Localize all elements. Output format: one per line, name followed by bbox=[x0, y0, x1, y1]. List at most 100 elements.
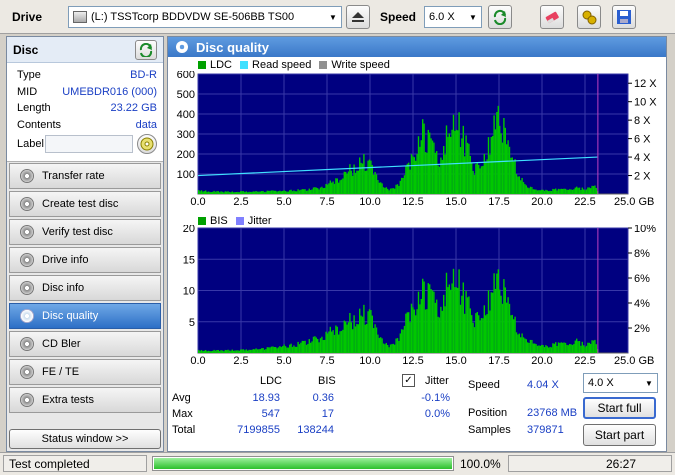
ldc-bar bbox=[581, 187, 583, 194]
jitter-checkbox[interactable]: ✓ bbox=[402, 374, 415, 387]
disc-label-button[interactable] bbox=[137, 134, 157, 154]
stats-avg-jitter: -0.1% bbox=[421, 392, 450, 404]
start-part-button[interactable]: Start part bbox=[583, 424, 656, 446]
disc-label-input[interactable] bbox=[45, 135, 133, 153]
ldc-bar bbox=[303, 189, 305, 194]
y-tick-label: 500 bbox=[177, 89, 195, 101]
eraser-icon bbox=[545, 11, 559, 24]
bis-bar bbox=[338, 334, 340, 353]
refresh-disc-button[interactable] bbox=[135, 39, 157, 60]
ldc-bar bbox=[266, 190, 268, 194]
bis-bar bbox=[314, 336, 316, 353]
nav-item-extra-tests[interactable]: Extra tests bbox=[9, 387, 161, 413]
refresh-speed-button[interactable] bbox=[488, 5, 512, 29]
bis-bar bbox=[408, 312, 410, 353]
ldc-bar bbox=[403, 175, 406, 194]
disc-panel: Disc Type BD-R MID UMEBDR016 (000) Length 2… bbox=[6, 36, 164, 452]
ldc-bar bbox=[321, 186, 323, 194]
test-speed-select[interactable]: 4.0 X ▼ bbox=[583, 373, 658, 393]
ldc-bar bbox=[532, 189, 534, 194]
nav-item-verify-test-disc[interactable]: Verify test disc bbox=[9, 219, 161, 245]
ldc-bar bbox=[451, 129, 453, 194]
nav-item-drive-info[interactable]: Drive info bbox=[9, 247, 161, 273]
ldc-bar bbox=[562, 188, 564, 194]
bis-bar bbox=[416, 309, 418, 353]
ldc-bar bbox=[214, 191, 217, 194]
nav-item-disc-info[interactable]: Disc info bbox=[9, 275, 161, 301]
ldc-bar bbox=[496, 112, 498, 194]
bis-bar bbox=[578, 341, 581, 353]
disc-panel-title: Disc bbox=[13, 42, 39, 57]
x-tick-label: 17.5 bbox=[488, 355, 509, 365]
ldc-bar bbox=[514, 159, 516, 194]
ldc-bar bbox=[569, 189, 571, 194]
stats-header-bis: BIS bbox=[318, 375, 336, 387]
options-button[interactable] bbox=[577, 5, 601, 29]
bis-bar bbox=[364, 324, 366, 353]
nav-item-label: Transfer rate bbox=[42, 170, 105, 182]
bis-bar bbox=[559, 342, 561, 353]
ldc-bar bbox=[555, 188, 557, 194]
disc-icon bbox=[20, 169, 34, 183]
ldc-bar bbox=[525, 185, 527, 194]
bis-bar bbox=[367, 311, 369, 353]
bis-bar bbox=[542, 345, 544, 353]
ldc-bar bbox=[345, 171, 347, 194]
bis-bar bbox=[525, 339, 527, 353]
bis-bar bbox=[499, 289, 501, 353]
ldc-bar bbox=[486, 159, 488, 194]
bis-bar bbox=[230, 350, 232, 353]
bis-bar bbox=[522, 337, 525, 353]
ldc-bar bbox=[381, 183, 383, 194]
status-window-button[interactable]: Status window >> bbox=[9, 429, 161, 449]
bis-bar bbox=[261, 348, 263, 353]
save-button[interactable] bbox=[612, 5, 636, 29]
ldc-bar bbox=[241, 191, 243, 194]
nav-item-disc-quality[interactable]: Disc quality bbox=[9, 303, 161, 329]
bis-bar bbox=[289, 344, 291, 353]
ldc-bar bbox=[577, 187, 579, 194]
ldc-bar bbox=[472, 170, 474, 194]
bis-bar bbox=[247, 350, 249, 353]
bis-bar bbox=[298, 344, 301, 353]
y2-tick-label: 6 X bbox=[634, 134, 651, 146]
bis-bar bbox=[419, 304, 421, 353]
bis-bar bbox=[329, 326, 331, 353]
ldc-bar bbox=[454, 130, 456, 194]
ldc-bar bbox=[331, 182, 333, 194]
bis-bar bbox=[262, 347, 264, 353]
ldc-bar bbox=[499, 125, 501, 194]
bis-bar bbox=[409, 322, 411, 353]
ldc-bar bbox=[356, 170, 358, 194]
eject-button[interactable] bbox=[346, 5, 370, 29]
ldc-bar bbox=[294, 191, 296, 194]
page-title: Disc quality bbox=[196, 39, 269, 55]
nav-item-create-test-disc[interactable]: Create test disc bbox=[9, 191, 161, 217]
bis-bar bbox=[458, 269, 460, 353]
start-full-button[interactable]: Start full bbox=[583, 397, 656, 419]
bis-bar bbox=[268, 347, 270, 353]
bis-bar bbox=[301, 340, 303, 353]
speed-select[interactable]: 6.0 X ▼ bbox=[424, 6, 482, 28]
ldc-bar bbox=[539, 190, 541, 194]
ldc-bar bbox=[279, 190, 281, 194]
ldc-bar bbox=[388, 190, 390, 194]
bis-bar bbox=[272, 346, 274, 353]
ldc-bar bbox=[427, 129, 429, 194]
nav-item-transfer-rate[interactable]: Transfer rate bbox=[9, 163, 161, 189]
bis-bar bbox=[413, 309, 415, 353]
ldc-bar bbox=[527, 187, 529, 194]
erase-button[interactable] bbox=[540, 5, 564, 29]
nav-item-fe-te[interactable]: FE / TE bbox=[9, 359, 161, 385]
drive-select[interactable]: (L:) TSSTcorp BDDVDW SE-506BB TS00 ▼ bbox=[68, 6, 342, 28]
stats-max-ldc: 547 bbox=[261, 408, 280, 420]
ldc-bar bbox=[419, 146, 421, 194]
nav-item-cd-bler[interactable]: CD Bler bbox=[9, 331, 161, 357]
disc-quality-header: Disc quality bbox=[168, 37, 666, 57]
bis-bar bbox=[434, 302, 436, 353]
bis-bar bbox=[217, 349, 219, 353]
ldc-bar bbox=[384, 187, 386, 194]
bis-bar bbox=[459, 304, 462, 353]
bis-bar bbox=[465, 291, 467, 353]
ldc-bar bbox=[387, 188, 389, 194]
